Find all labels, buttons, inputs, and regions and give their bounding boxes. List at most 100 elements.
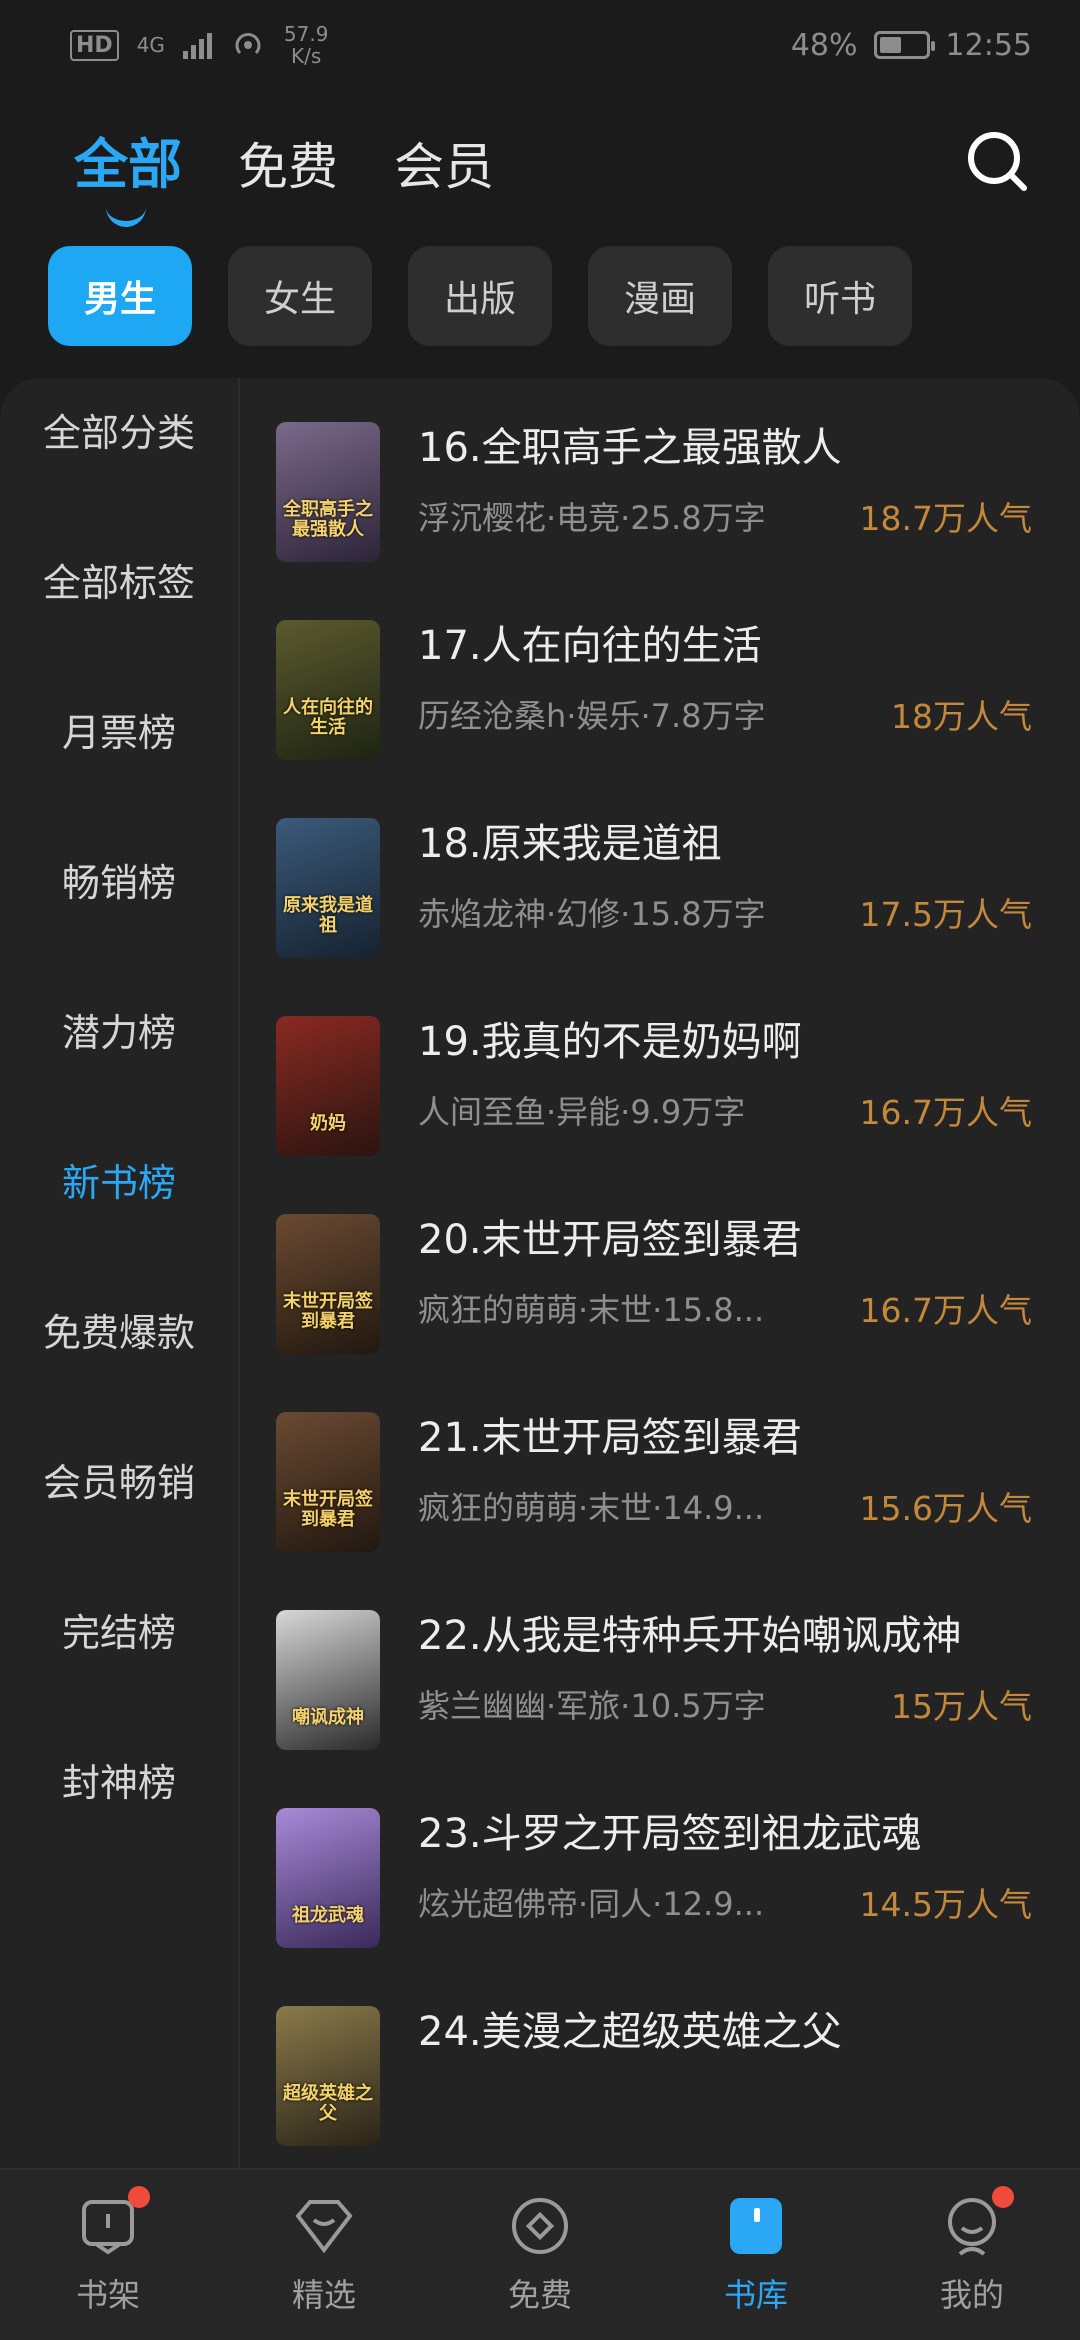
battery-icon	[873, 31, 935, 59]
book-title: 20.末世开局签到暴君	[418, 1217, 802, 1263]
sidebar-item[interactable]: 封神榜	[0, 1704, 238, 1854]
nav-label: 我的	[939, 2276, 1004, 2314]
book-item[interactable]: 奶妈 19.我真的不是奶妈啊人间至鱼·异能·9.9万字 16.7万人气	[276, 1004, 1032, 1202]
clock: 12:55	[945, 27, 1032, 63]
book-item[interactable]: 超级英雄之父 24.美漫之超级英雄之父	[276, 1994, 1032, 2168]
book-item[interactable]: 祖龙武魂 23.斗罗之开局签到祖龙武魂炫光超佛帝·同人·12.9... 14.5万人…	[276, 1796, 1032, 1994]
book-meta: 历经沧桑h·娱乐·7.8万字	[418, 697, 766, 735]
content-panel: 全部分类全部标签月票榜畅销榜潜力榜新书榜免费爆款会员畅销完结榜封神榜 封号斗罗1…	[0, 378, 1080, 2168]
book-meta-row: 炫光超佛帝·同人·12.9... 14.5万人气	[418, 1878, 1032, 1926]
book-cover[interactable]: 原来我是道祖	[276, 818, 380, 958]
hotspot-icon	[235, 33, 261, 55]
sidebar: 全部分类 全部标签 月票榜 畅销榜 潜力榜 新书榜 免费爆款 会员畅销 完结榜 封神榜	[0, 378, 240, 2168]
sidebar-item[interactable]: 全部分类	[0, 378, 238, 504]
book-cover-text: 祖龙武魂	[292, 1905, 364, 1926]
book-item[interactable]: 人在向往的生活 17.人在向往的生活历经沧桑h·娱乐·7.8万字 18万人气	[276, 608, 1032, 806]
nav-label: 书库	[723, 2276, 788, 2314]
sidebar-item[interactable]: 免费爆款	[0, 1254, 238, 1404]
sidebar-list: 全部分类 全部标签 月票榜 畅销榜 潜力榜 新书榜 免费爆款 会员畅销 完结榜 封神榜	[0, 378, 238, 1854]
book-cover[interactable]: 全职高手之最强散人	[276, 422, 380, 562]
network-speed-value: 57.9	[283, 22, 329, 46]
library-icon	[724, 2194, 788, 2258]
sidebar-item[interactable]: 畅销榜	[0, 804, 238, 954]
book-meta: 紫兰幽幽·军旅·10.5万字	[418, 1687, 766, 1725]
sidebar-item[interactable]: 潜力榜	[0, 954, 238, 1104]
book-title: 22.从我是特种兵开始嘲讽成神	[418, 1613, 962, 1659]
book-meta-row: 疯狂的萌萌·末世·14.9... 15.6万人气	[418, 1482, 1032, 1530]
book-info: 21.末世开局签到暴君 疯狂的萌萌·末世·14.9... 15.6万人气	[418, 1400, 1032, 1530]
battery-fill	[879, 37, 901, 53]
book-meta: 人间至鱼·异能·9.9万字	[418, 1093, 746, 1131]
hd-icon: HD	[70, 29, 119, 61]
book-item[interactable]: 全职高手之最强散人 16.全职高手之最强散人 浮沉樱花·电竞·25.8万字 18.7万…	[276, 410, 1032, 608]
sidebar-item[interactable]: 会员畅销	[0, 1404, 238, 1554]
notification-badge	[128, 2186, 150, 2208]
book-cover[interactable]: 人在向往的生活	[276, 620, 380, 760]
book-title: 19.我真的不是奶妈啊	[418, 1019, 802, 1065]
book-cover[interactable]: 末世开局签到暴君	[276, 1214, 380, 1354]
book-popularity: 16.7万人气	[859, 1291, 1032, 1330]
book-title: 17.人在向往的生活	[418, 623, 762, 669]
chip-publish[interactable]: 出版	[408, 246, 552, 346]
book-info: 17.人在向往的生活历经沧桑h·娱乐·7.8万字 18万人气	[418, 608, 1032, 738]
book-cover[interactable]: 嘲讽成神	[276, 1610, 380, 1750]
nav-item[interactable]: 书架	[18, 2186, 198, 2316]
book-cover[interactable]: 奶妈	[276, 1016, 380, 1156]
book-cover-text: 人在向往的生活	[283, 697, 373, 738]
tab-all[interactable]: 全部	[74, 120, 182, 227]
nav-item[interactable]: 书库	[666, 2194, 846, 2316]
book-info: 23.斗罗之开局签到祖龙武魂炫光超佛帝·同人·12.9... 14.5万人气	[418, 1796, 1032, 1926]
category-chips: 男生 女生 出版 漫画 听书	[48, 246, 912, 346]
book-popularity: 15万人气	[891, 1687, 1032, 1726]
tab-free[interactable]: 免费	[238, 127, 338, 199]
sidebar-item[interactable]: 全部标签	[0, 504, 238, 654]
book-meta: 疯狂的萌萌·末世·15.8...	[418, 1291, 765, 1329]
book-item[interactable]: 封号斗罗15.斗罗之开局即是封号斗罗穹龙偃月·同人·15.2万字19.8万人气	[276, 378, 1032, 410]
book-info: 19.我真的不是奶妈啊人间至鱼·异能·9.9万字 16.7万人气	[418, 1004, 1032, 1134]
bottom-nav: 书架 精选 免费 书库 我的	[0, 2168, 1080, 2340]
nav-item[interactable]: 精选	[234, 2194, 414, 2316]
book-cover-text: 末世开局签到暴君	[283, 1489, 373, 1530]
book-popularity: 14.5万人气	[859, 1885, 1032, 1924]
book-popularity: 15.6万人气	[859, 1489, 1032, 1528]
book-title: 23.斗罗之开局签到祖龙武魂	[418, 1811, 922, 1857]
nav-item[interactable]: 我的	[882, 2186, 1062, 2316]
book-item[interactable]: 原来我是道祖 18.原来我是道祖 赤焰龙神·幻修·15.8万字 17.5万人气	[276, 806, 1032, 1004]
featured-icon	[292, 2194, 356, 2258]
chip-audiobook[interactable]: 听书	[768, 246, 912, 346]
book-info: 24.美漫之超级英雄之父	[418, 1994, 1032, 2076]
network-speed-unit: K/s	[291, 44, 322, 68]
book-meta-row: 历经沧桑h·娱乐·7.8万字 18万人气	[418, 690, 1032, 738]
book-cover-text: 嘲讽成神	[292, 1707, 364, 1728]
signal-icon	[182, 31, 212, 59]
status-left: HD 4G 57.9 K/s	[70, 23, 328, 67]
book-item[interactable]: 末世开局签到暴君 21.末世开局签到暴君 疯狂的萌萌·末世·14.9... 15.6万…	[276, 1400, 1032, 1598]
book-list[interactable]: 封号斗罗15.斗罗之开局即是封号斗罗穹龙偃月·同人·15.2万字19.8万人气全…	[276, 378, 1032, 2168]
book-info: 16.全职高手之最强散人 浮沉樱花·电竞·25.8万字 18.7万人气	[418, 410, 1032, 540]
sidebar-item[interactable]: 新书榜	[0, 1104, 238, 1254]
book-info: 18.原来我是道祖 赤焰龙神·幻修·15.8万字 17.5万人气	[418, 806, 1032, 936]
sidebar-item[interactable]: 月票榜	[0, 654, 238, 804]
book-cover[interactable]: 祖龙武魂	[276, 1808, 380, 1948]
book-item[interactable]: 嘲讽成神 22.从我是特种兵开始嘲讽成神紫兰幽幽·军旅·10.5万字 15万人气	[276, 1598, 1032, 1796]
battery-percent: 48%	[790, 27, 858, 63]
network-type: 4G	[136, 33, 165, 57]
tab-member[interactable]: 会员	[394, 127, 494, 199]
book-meta-row: 紫兰幽幽·军旅·10.5万字 15万人气	[418, 1680, 1032, 1728]
book-cover[interactable]: 末世开局签到暴君	[276, 1412, 380, 1552]
book-cover[interactable]: 超级英雄之父	[276, 2006, 380, 2146]
book-popularity: 18万人气	[891, 697, 1032, 736]
book-meta-row: 人间至鱼·异能·9.9万字 16.7万人气	[418, 1086, 1032, 1134]
chip-male[interactable]: 男生	[48, 246, 192, 346]
search-button[interactable]	[964, 128, 1030, 194]
chip-comic[interactable]: 漫画	[588, 246, 732, 346]
book-item[interactable]: 末世开局签到暴君 20.末世开局签到暴君疯狂的萌萌·末世·15.8... 16.7万…	[276, 1202, 1032, 1400]
chip-female[interactable]: 女生	[228, 246, 372, 346]
nav-item[interactable]: 免费	[450, 2194, 630, 2316]
sidebar-item[interactable]: 完结榜	[0, 1554, 238, 1704]
book-meta: 炫光超佛帝·同人·12.9...	[418, 1885, 765, 1923]
book-info: 22.从我是特种兵开始嘲讽成神紫兰幽幽·军旅·10.5万字 15万人气	[418, 1598, 1032, 1728]
book-meta-row: 赤焰龙神·幻修·15.8万字 17.5万人气	[418, 888, 1032, 936]
book-popularity: 16.7万人气	[859, 1093, 1032, 1132]
status-right: 48% 12:55	[791, 28, 1032, 63]
